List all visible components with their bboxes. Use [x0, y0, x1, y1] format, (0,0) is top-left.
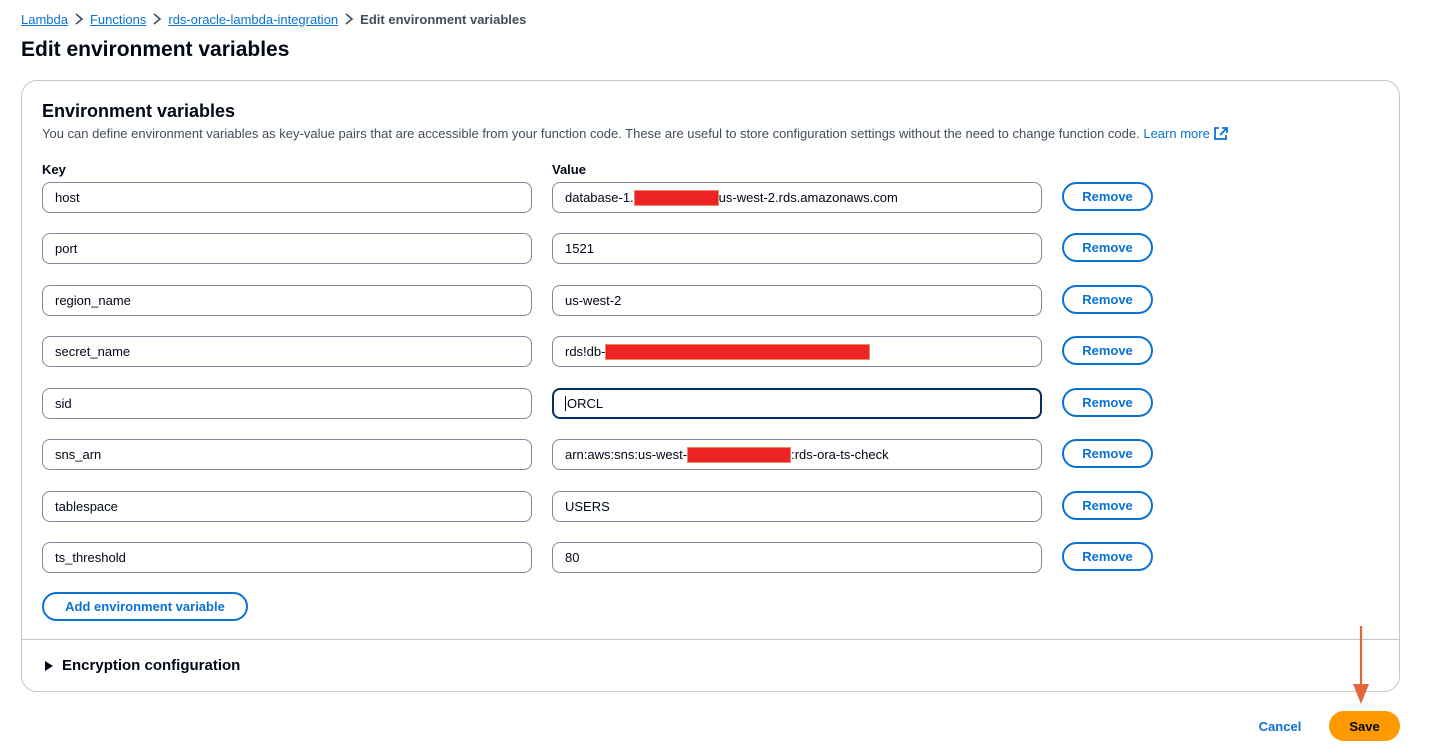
env-key-input[interactable]: sns_arn — [42, 439, 532, 470]
divider — [22, 639, 1399, 640]
value-prefix: arn:aws:sns:us-west- — [565, 447, 688, 462]
env-key-input[interactable]: region_name — [42, 285, 532, 316]
remove-button[interactable]: Remove — [1062, 285, 1153, 314]
cancel-button[interactable]: Cancel — [1248, 712, 1312, 740]
key-column-label: Key — [42, 162, 66, 177]
caret-right-icon — [45, 660, 53, 671]
env-key-input[interactable]: port — [42, 233, 532, 264]
save-button[interactable]: Save — [1329, 711, 1400, 741]
env-value-input[interactable]: 1521 — [552, 233, 1042, 264]
remove-button[interactable]: Remove — [1062, 233, 1153, 262]
external-link-icon — [1213, 127, 1228, 140]
value-column-label: Value — [552, 162, 586, 177]
encryption-configuration-expander[interactable]: Encryption configuration — [44, 657, 240, 674]
redaction-mark — [687, 446, 792, 463]
value-suffix: :rds-ora-ts-check — [791, 447, 889, 462]
remove-button[interactable]: Remove — [1062, 182, 1153, 211]
panel-header: Environment variables — [42, 101, 235, 122]
arrow-down-icon — [1353, 626, 1369, 704]
env-value-input[interactable]: database-1. us-west-2.rds.amazonaws.com — [552, 182, 1042, 213]
remove-button[interactable]: Remove — [1062, 542, 1153, 571]
value-text: ORCL — [567, 396, 604, 411]
breadcrumb-lambda[interactable]: Lambda — [21, 12, 68, 27]
remove-button[interactable]: Remove — [1062, 491, 1153, 520]
panel-title: Environment variables — [42, 101, 236, 121]
add-environment-variable-button[interactable]: Add environment variable — [42, 592, 248, 621]
env-key-input[interactable]: ts_threshold — [42, 542, 532, 573]
env-key-input[interactable]: sid — [42, 388, 532, 419]
chevron-right-icon — [68, 13, 90, 25]
page-title: Edit environment variables — [21, 38, 290, 61]
chevron-right-icon — [338, 13, 360, 25]
value-suffix: us-west-2.rds.amazonaws.com — [718, 190, 898, 205]
env-key-input[interactable]: secret_name — [42, 336, 532, 367]
remove-button[interactable]: Remove — [1062, 336, 1153, 365]
breadcrumb-functions[interactable]: Functions — [90, 12, 146, 27]
text-caret — [565, 396, 566, 411]
env-key-input[interactable]: tablespace — [42, 491, 532, 522]
env-key-input[interactable]: host — [42, 182, 532, 213]
value-prefix: rds!db- — [565, 344, 606, 359]
env-value-input[interactable]: USERS — [552, 491, 1042, 522]
remove-button[interactable]: Remove — [1062, 439, 1153, 468]
value-prefix: database-1. — [565, 190, 634, 205]
learn-more-link[interactable]: Learn more — [1143, 126, 1228, 141]
panel-description: You can define environment variables as … — [42, 126, 1228, 141]
redaction-mark — [605, 343, 871, 360]
breadcrumb-function-name[interactable]: rds-oracle-lambda-integration — [168, 12, 338, 27]
remove-button[interactable]: Remove — [1062, 388, 1153, 417]
env-value-input-focused[interactable]: ORCL — [552, 388, 1042, 419]
description-text: You can define environment variables as … — [42, 126, 1140, 141]
redaction-mark — [633, 189, 719, 206]
env-value-input[interactable]: 80 — [552, 542, 1042, 573]
env-value-input[interactable]: us-west-2 — [552, 285, 1042, 316]
breadcrumb-current: Edit environment variables — [360, 11, 527, 27]
environment-variables-panel: Environment variables You can define env… — [21, 80, 1400, 692]
encryption-configuration-label: Encryption configuration — [62, 657, 241, 674]
env-value-input[interactable]: rds!db- — [552, 336, 1042, 367]
breadcrumb: Lambda Functions rds-oracle-lambda-integ… — [21, 10, 526, 28]
chevron-right-icon — [146, 13, 168, 25]
env-value-input[interactable]: arn:aws:sns:us-west- :rds-ora-ts-check — [552, 439, 1042, 470]
